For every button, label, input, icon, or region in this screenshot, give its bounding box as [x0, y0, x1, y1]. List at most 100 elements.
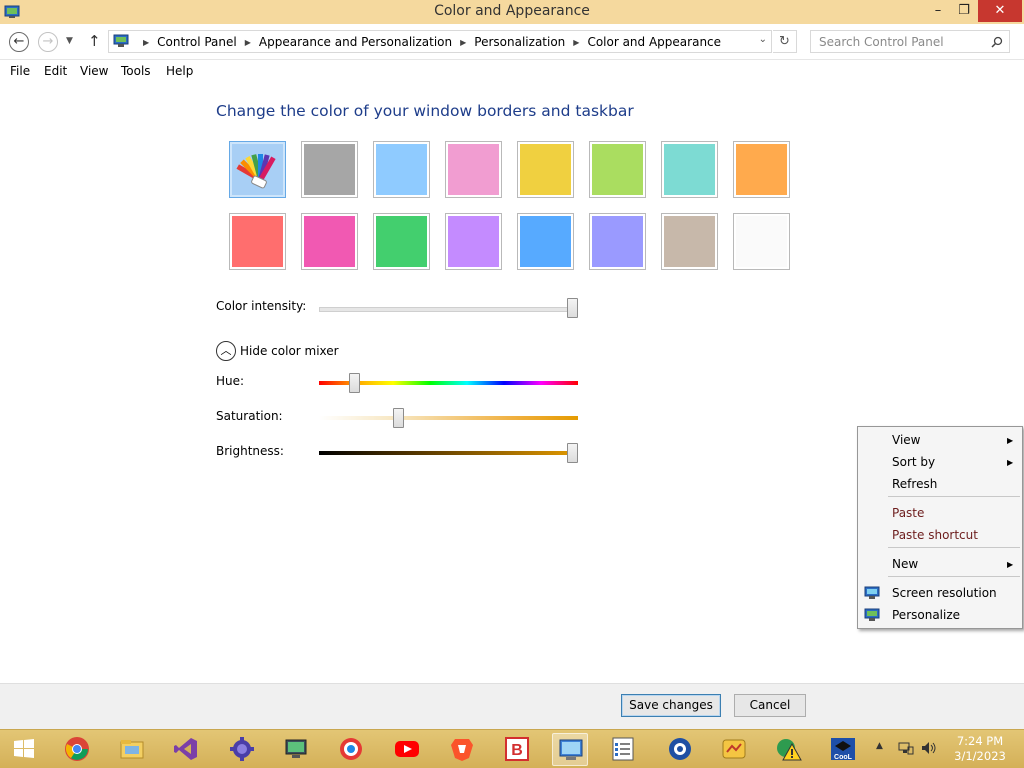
color-swatch-periwinkle[interactable]	[589, 213, 646, 270]
context-menu-new[interactable]: New	[892, 557, 918, 571]
forward-arrow-icon[interactable]: →	[38, 32, 58, 52]
warning-app-taskbar-button[interactable]	[771, 733, 807, 766]
color-swatch-red[interactable]	[229, 213, 286, 270]
color-swatch-sky[interactable]	[373, 141, 430, 198]
saturation-slider-thumb[interactable]	[393, 408, 404, 428]
minimize-button[interactable]: –	[924, 0, 952, 22]
swatch-fill	[520, 216, 571, 267]
notes-icon	[722, 739, 746, 759]
up-arrow-icon[interactable]: ↑	[88, 32, 101, 50]
saturation-track[interactable]	[319, 416, 578, 420]
swatch-fill	[376, 144, 427, 195]
menu-tools[interactable]: Tools	[121, 64, 151, 78]
brightness-slider-thumb[interactable]	[567, 443, 578, 463]
color-swatch-purple[interactable]	[445, 213, 502, 270]
chrome-taskbar-button[interactable]	[59, 733, 95, 766]
clock-date: 3/1/2023	[954, 749, 1006, 763]
breadcrumb-separator-icon[interactable]: ▶	[245, 38, 251, 47]
youtube-taskbar-button[interactable]	[389, 733, 425, 766]
breadcrumb-control-panel[interactable]: Control Panel	[157, 35, 237, 49]
menu-edit[interactable]: Edit	[44, 64, 67, 78]
color-swatch-orange[interactable]	[733, 141, 790, 198]
close-button[interactable]: ✕	[978, 0, 1022, 22]
saturation-label: Saturation:	[216, 409, 283, 423]
color-swatch-green[interactable]	[373, 213, 430, 270]
warning-icon	[777, 739, 802, 761]
color-swatch-pink[interactable]	[445, 141, 502, 198]
search-icon	[991, 36, 1003, 48]
breadcrumb-separator-icon[interactable]: ▶	[143, 38, 149, 47]
menu-bar: File Edit View Tools Help	[0, 60, 1024, 82]
back-arrow-icon[interactable]: ←	[9, 32, 29, 52]
color-swatch-magenta[interactable]	[301, 213, 358, 270]
breadcrumb-appearance-personalization[interactable]: Appearance and Personalization	[259, 35, 452, 49]
settings-taskbar-button[interactable]	[224, 733, 260, 766]
color-intensity-track[interactable]	[319, 307, 578, 312]
hide-color-mixer-link[interactable]: Hide color mixer	[240, 344, 339, 358]
address-dropdown-chevron-icon[interactable]: ⌄	[759, 34, 767, 45]
context-menu-view[interactable]: View	[892, 433, 920, 447]
context-menu-personalize[interactable]: Personalize	[892, 608, 960, 622]
start-button[interactable]	[6, 733, 42, 766]
context-menu-paste-shortcut[interactable]: Paste shortcut	[892, 528, 978, 542]
context-menu-sort-by[interactable]: Sort by	[892, 455, 935, 469]
volume-icon[interactable]	[921, 741, 937, 755]
swatch-fill	[232, 216, 283, 267]
menu-help[interactable]: Help	[166, 64, 193, 78]
color-swatch-yellow[interactable]	[517, 141, 574, 198]
clock[interactable]: 7:24 PM 3/1/2023	[944, 734, 1016, 764]
browser-icon	[340, 738, 362, 760]
checklist-icon	[612, 737, 634, 761]
maximize-button[interactable]: ❐	[950, 0, 978, 22]
breadcrumb-separator-icon[interactable]: ▶	[573, 38, 579, 47]
refresh-icon[interactable]: ↻	[773, 30, 797, 53]
network-tool-icon	[669, 738, 691, 760]
color-swatch-lime[interactable]	[589, 141, 646, 198]
breadcrumb-personalization[interactable]: Personalization	[474, 35, 565, 49]
page-title: Change the color of your window borders …	[216, 102, 634, 120]
color-swatch-automatic[interactable]	[229, 141, 286, 198]
bitdefender-taskbar-button[interactable]: B	[499, 733, 535, 766]
save-changes-button[interactable]: Save changes	[621, 694, 721, 717]
cooler-app-taskbar-button[interactable]: CooL	[825, 733, 861, 766]
breadcrumb-separator-icon[interactable]: ▶	[460, 38, 466, 47]
context-menu-screen-resolution[interactable]: Screen resolution	[892, 586, 997, 600]
color-swatch-taupe[interactable]	[661, 213, 718, 270]
menu-file[interactable]: File	[10, 64, 30, 78]
network-tool-taskbar-button[interactable]	[662, 733, 698, 766]
color-swatch-gray[interactable]	[301, 141, 358, 198]
color-swatch-teal[interactable]	[661, 141, 718, 198]
address-bar[interactable]: ▶ Control Panel ▶ Appearance and Personaliz…	[108, 30, 772, 53]
brave-lion-icon	[451, 739, 473, 761]
notes-taskbar-button[interactable]	[716, 733, 752, 766]
file-explorer-taskbar-button[interactable]	[114, 733, 150, 766]
swatch-fill	[592, 216, 643, 267]
swatch-fill	[448, 216, 499, 267]
swatch-fill	[592, 144, 643, 195]
context-menu-refresh[interactable]: Refresh	[892, 477, 937, 491]
monitor-tool-taskbar-button[interactable]	[278, 733, 314, 766]
cancel-button[interactable]: Cancel	[734, 694, 806, 717]
color-intensity-slider-thumb[interactable]	[567, 298, 578, 318]
network-icon[interactable]	[898, 741, 914, 755]
submenu-arrow-icon: ▶	[1007, 436, 1014, 445]
recent-locations-chevron-icon[interactable]: ▼	[66, 36, 73, 46]
action-bar: Save changes Cancel	[0, 683, 1024, 729]
context-menu-paste[interactable]: Paste	[892, 506, 924, 520]
search-input[interactable]: Search Control Panel	[810, 30, 1010, 53]
hue-label: Hue:	[216, 374, 245, 388]
breadcrumb-color-appearance[interactable]: Color and Appearance	[587, 35, 721, 49]
show-hidden-icons-chevron-icon[interactable]: ▲	[876, 741, 883, 751]
hue-slider-thumb[interactable]	[349, 373, 360, 393]
brave-taskbar-button[interactable]	[444, 733, 480, 766]
color-swatch-blue[interactable]	[517, 213, 574, 270]
menu-view[interactable]: View	[80, 64, 108, 78]
brightness-track[interactable]	[319, 451, 578, 455]
collapse-chevron-up-icon[interactable]: ︿	[216, 341, 236, 361]
browser-taskbar-button[interactable]	[333, 733, 369, 766]
visual-studio-taskbar-button[interactable]	[168, 733, 204, 766]
control-panel-taskbar-button[interactable]	[552, 733, 588, 766]
task-list-taskbar-button[interactable]	[605, 733, 641, 766]
color-swatch-white[interactable]	[733, 213, 790, 270]
swatch-fill	[664, 216, 715, 267]
